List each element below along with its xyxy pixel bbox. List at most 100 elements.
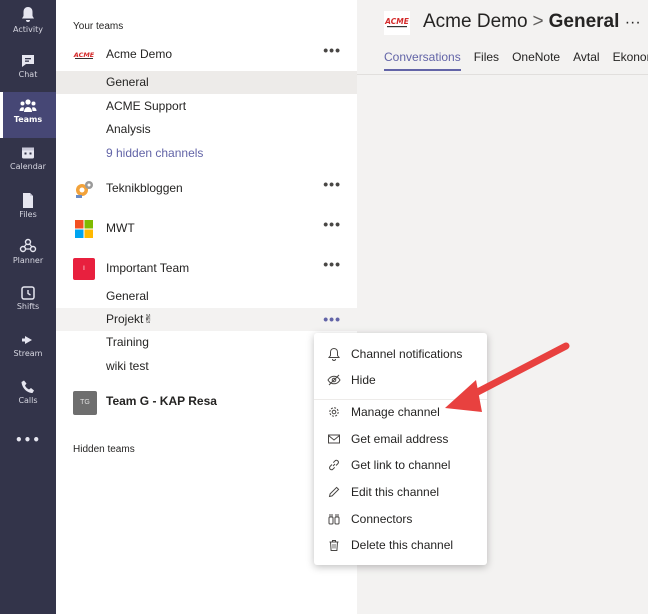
channel-more-options-button[interactable]: ••• — [323, 308, 341, 330]
trash-icon — [329, 540, 339, 551]
rail-calendar[interactable]: Calendar — [0, 139, 56, 185]
rail-label: Activity — [13, 25, 43, 34]
calendar-icon — [22, 147, 34, 159]
rail-teams[interactable]: Teams — [0, 92, 56, 138]
breadcrumb: Acme Demo > General ··· — [423, 11, 641, 33]
team-name: Team G - KAP Resa — [106, 394, 217, 408]
team-more-options-button[interactable]: ••• — [323, 176, 341, 192]
channel-general[interactable]: General — [56, 285, 357, 308]
menu-label: Connectors — [351, 512, 413, 526]
rail-label: Planner — [12, 256, 44, 265]
hidden-teams-heading[interactable]: Hidden teams — [73, 444, 135, 455]
rail-planner[interactable]: Planner — [0, 232, 56, 278]
header-more-button[interactable]: ··· — [625, 14, 641, 31]
menu-channel-notifications[interactable]: Channel notifications — [314, 341, 487, 367]
menu-hide[interactable]: Hide — [314, 367, 487, 393]
menu-edit-this-channel[interactable]: Edit this channel — [314, 479, 487, 505]
tab-ekonomi[interactable]: Ekonomi — [613, 50, 648, 69]
team-name: MWT — [106, 221, 135, 235]
your-teams-heading: Your teams — [73, 21, 124, 32]
rail-chat[interactable]: Chat — [0, 47, 56, 93]
menu-get-link-to-channel[interactable]: Get link to channel — [314, 452, 487, 478]
breadcrumb-channel: General — [548, 11, 620, 32]
tab-onenote[interactable]: OneNote — [512, 50, 560, 69]
bell-icon — [22, 7, 34, 22]
team-name: Teknikbloggen — [106, 181, 183, 195]
channel-general[interactable]: General — [56, 71, 357, 94]
tab-avtal[interactable]: Avtal — [573, 50, 599, 69]
files-icon — [23, 193, 33, 208]
menu-manage-channel[interactable]: Manage channel — [314, 399, 487, 425]
team-more-options-button[interactable]: ••• — [323, 42, 341, 58]
phone-icon — [21, 380, 34, 393]
menu-label: Hide — [351, 373, 376, 387]
menu-label: Delete this channel — [351, 538, 454, 552]
rail-activity[interactable]: Activity — [0, 0, 56, 46]
link-icon — [329, 459, 339, 471]
channel-label: Projekt✌ — [106, 312, 154, 326]
connectors-icon — [328, 514, 340, 525]
svg-text:ACME: ACME — [73, 51, 95, 59]
channel-acme-support[interactable]: ACME Support — [56, 95, 357, 118]
team-avatar: TG — [73, 391, 97, 415]
rail-calls[interactable]: Calls — [0, 373, 56, 419]
shifts-icon — [21, 286, 35, 300]
team-avatar: I — [73, 258, 95, 280]
channel-projekt[interactable]: Projekt✌ ••• — [56, 308, 357, 331]
channel-tabs: Conversations Files OneNote Avtal Ekonomi — [384, 50, 648, 71]
team-acme-demo[interactable]: ACME Acme Demo ••• — [56, 37, 357, 73]
menu-label: Get email address — [351, 432, 449, 446]
breadcrumb-separator: > — [532, 11, 544, 32]
menu-label: Edit this channel — [351, 485, 440, 499]
acme-logo-icon: ACME — [384, 11, 410, 35]
hidden-channels-link[interactable]: 9 hidden channels — [56, 142, 357, 165]
channel-header: ACME Acme Demo > General ··· Conversations… — [357, 0, 648, 75]
rail-files[interactable]: Files — [0, 186, 56, 232]
rail-more-apps[interactable]: ••• — [0, 425, 56, 455]
team-teknikbloggen[interactable]: Teknikbloggen ••• — [56, 171, 357, 207]
rail-label: Chat — [18, 70, 38, 79]
teams-panel: Your teams ACME Acme Demo ••• General AC… — [56, 0, 357, 614]
rail-label: Shifts — [16, 302, 40, 311]
channel-wiki-test[interactable]: wiki test — [56, 355, 357, 378]
team-name: Acme Demo — [106, 47, 173, 61]
mail-icon — [328, 434, 340, 444]
channel-training[interactable]: Training — [56, 331, 357, 354]
teams-icon — [19, 99, 37, 112]
team-mwt[interactable]: MWT ••• — [56, 211, 357, 247]
svg-text:ACME: ACME — [384, 17, 410, 26]
rail-stream[interactable]: Stream — [0, 326, 56, 372]
tab-files[interactable]: Files — [474, 50, 499, 69]
planner-icon — [19, 238, 37, 253]
rail-label: Calendar — [10, 162, 46, 171]
team-name: Important Team — [106, 261, 190, 275]
team-more-options-button[interactable]: ••• — [323, 256, 341, 272]
channel-analysis[interactable]: Analysis — [56, 118, 357, 141]
rail-label: Stream — [13, 349, 43, 358]
channel-context-menu: Channel notifications Hide Manage channe… — [314, 333, 487, 565]
tab-conversations[interactable]: Conversations — [384, 50, 461, 71]
more-apps-icon: ••• — [14, 433, 41, 447]
menu-label: Channel notifications — [351, 347, 463, 361]
menu-delete-this-channel[interactable]: Delete this channel — [314, 532, 487, 558]
bell-icon — [328, 347, 340, 361]
rail-shifts[interactable]: Shifts — [0, 279, 56, 325]
gear-robot-avatar-icon — [76, 181, 93, 198]
rail-label: Calls — [18, 396, 38, 405]
team-more-options-button[interactable]: ••• — [323, 216, 341, 232]
menu-label: Get link to channel — [351, 458, 451, 472]
stream-icon — [22, 336, 32, 344]
app-rail: Activity Chat Teams Calendar Files Plann… — [0, 0, 56, 614]
chat-icon — [22, 55, 34, 67]
gear-icon — [329, 407, 339, 417]
team-important-team[interactable]: I Important Team ••• — [56, 251, 357, 287]
menu-get-email-address[interactable]: Get email address — [314, 426, 487, 452]
rail-label: Files — [19, 210, 37, 219]
acme-logo-icon: ACME — [73, 50, 95, 60]
hide-icon — [327, 374, 341, 386]
team-team-g-kap-resa[interactable]: TG Team G - KAP Resa — [56, 384, 357, 420]
rail-label: Teams — [13, 115, 43, 124]
pencil-icon — [328, 486, 340, 498]
breadcrumb-team[interactable]: Acme Demo — [423, 11, 528, 32]
menu-connectors[interactable]: Connectors — [314, 506, 487, 532]
